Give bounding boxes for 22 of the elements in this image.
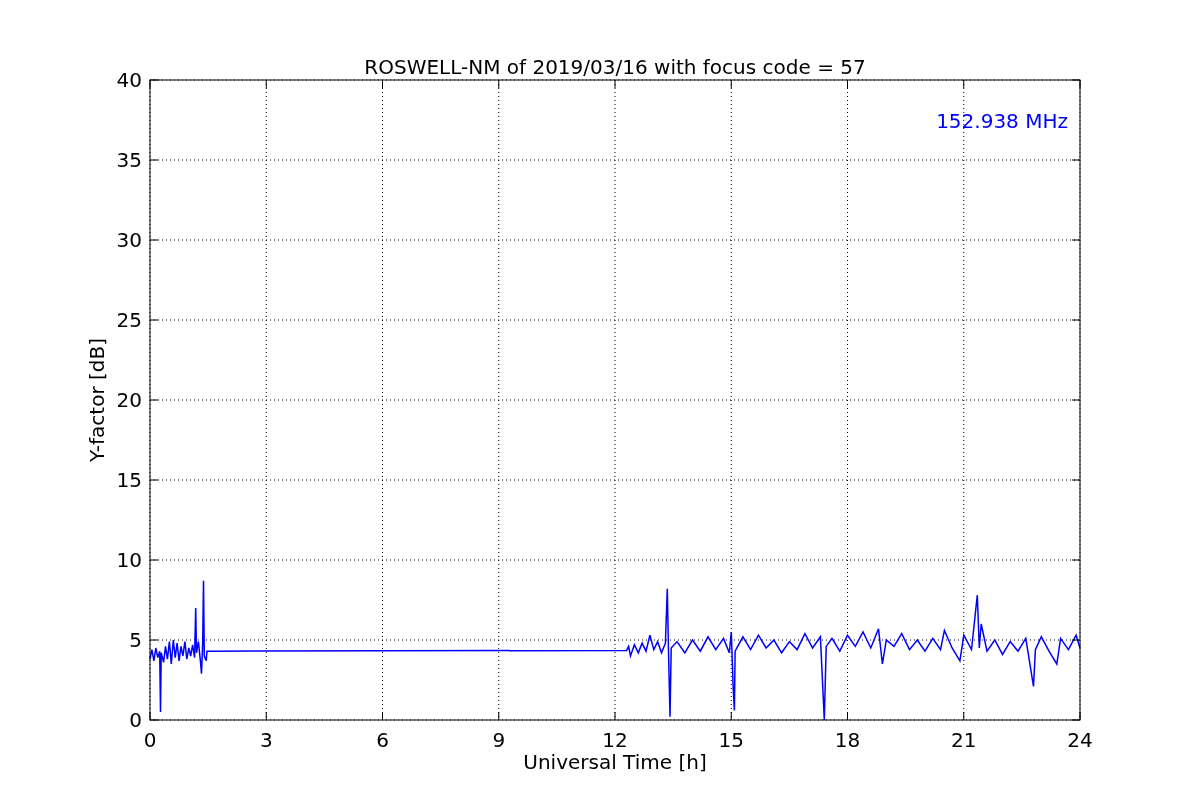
x-tick-label: 18 bbox=[834, 728, 861, 752]
x-tick-label: 21 bbox=[951, 728, 977, 752]
y-tick-label: 40 bbox=[116, 68, 142, 92]
y-tick-label: 35 bbox=[116, 148, 142, 172]
x-tick-label: 12 bbox=[602, 728, 628, 752]
y-tick-label: 15 bbox=[116, 468, 142, 492]
x-tick-label: 6 bbox=[376, 728, 389, 752]
y-tick-label: 5 bbox=[129, 628, 142, 652]
y-tick-label: 30 bbox=[116, 228, 142, 252]
series-label: 152.938 MHz bbox=[936, 109, 1068, 133]
x-tick-label: 9 bbox=[492, 728, 506, 752]
y-tick-label: 25 bbox=[116, 308, 142, 332]
x-axis-label: Universal Time [h] bbox=[523, 750, 707, 774]
x-tick-label: 24 bbox=[1067, 728, 1093, 752]
chart-title: ROSWELL-NM of 2019/03/16 with focus code = 57 bbox=[364, 55, 866, 79]
x-tick-label: 15 bbox=[718, 728, 744, 752]
y-tick-label: 20 bbox=[116, 388, 142, 412]
y-axis-label: Y-factor [dB] bbox=[85, 338, 109, 462]
x-tick-label: 3 bbox=[259, 728, 273, 752]
x-tick-label: 0 bbox=[143, 728, 157, 752]
y-tick-label: 0 bbox=[129, 708, 142, 732]
y-tick-label: 10 bbox=[116, 548, 142, 572]
